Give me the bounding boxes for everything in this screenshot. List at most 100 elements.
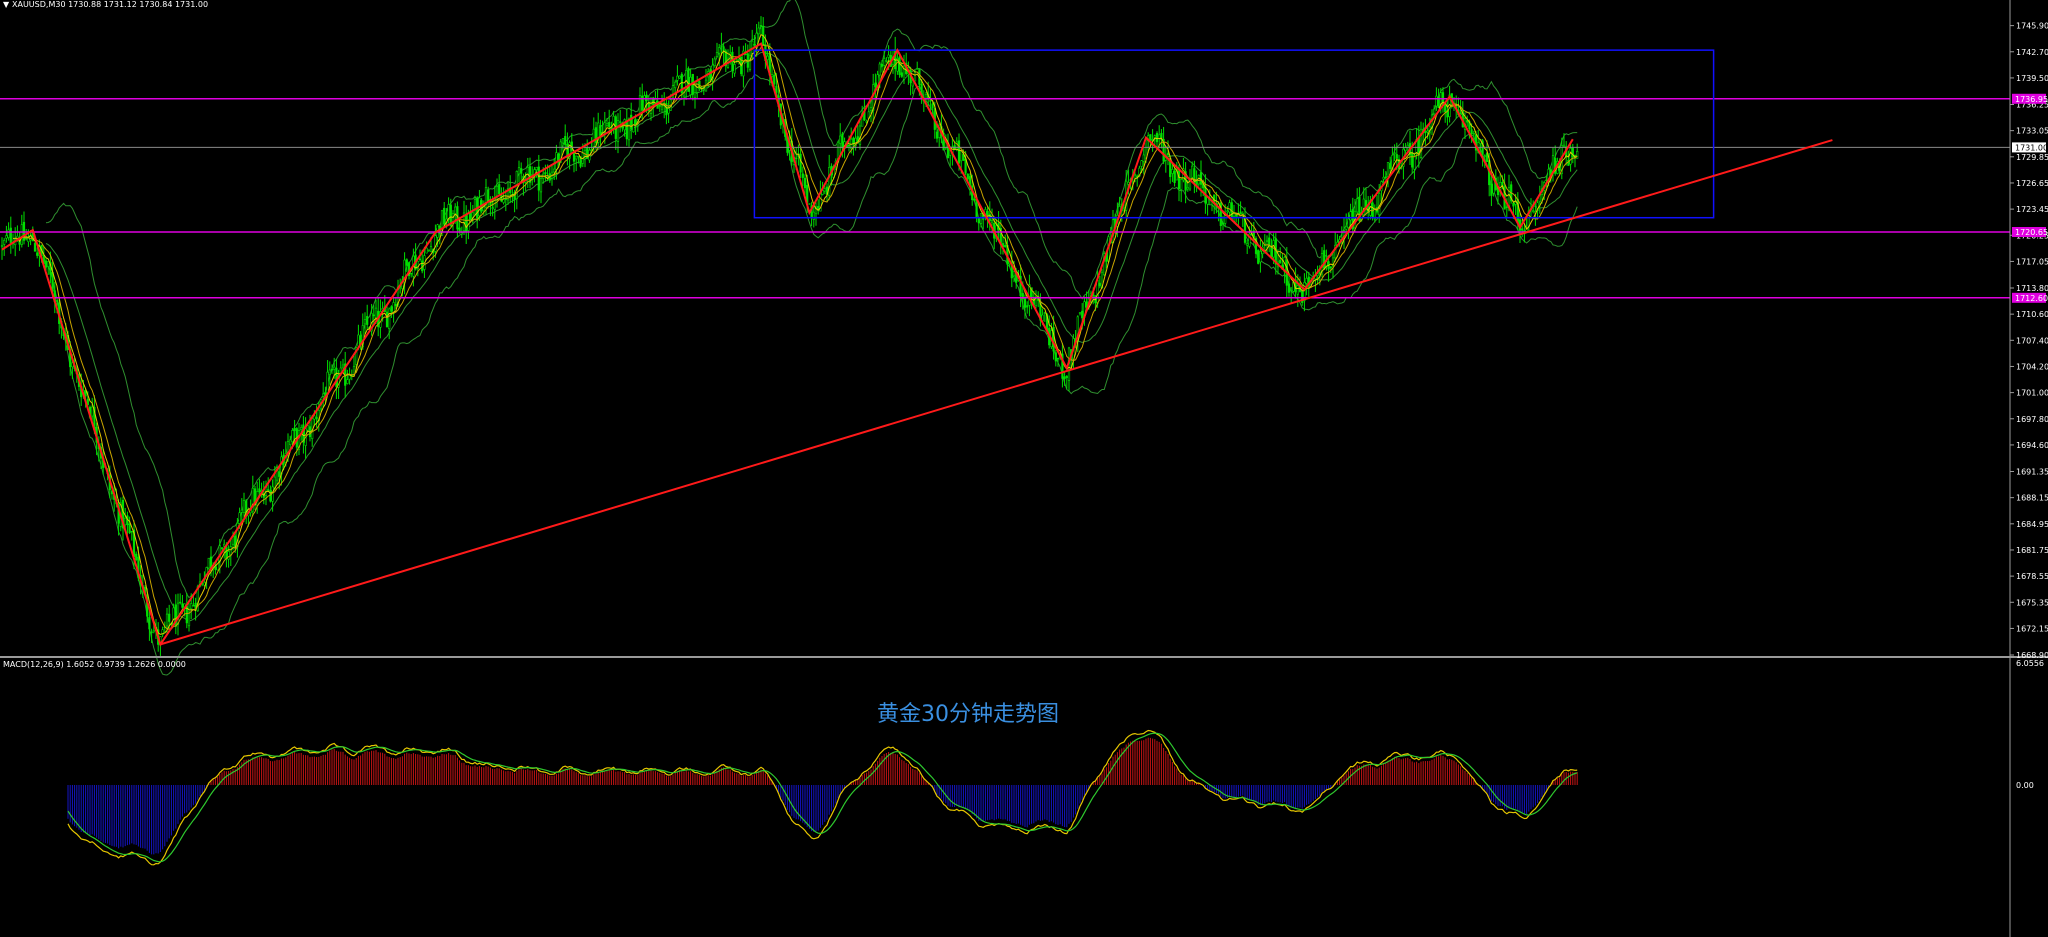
candle-body <box>44 260 48 268</box>
candle-body <box>1063 376 1066 380</box>
candle-body <box>1078 312 1082 315</box>
axis-tick-label: 1717.05 <box>2016 257 2048 266</box>
candle-body <box>242 500 246 513</box>
candle-body <box>1490 183 1493 196</box>
candle-body <box>931 103 934 108</box>
candle-body <box>135 553 138 561</box>
candle-body <box>130 530 133 533</box>
axis-tick-label: 1733.05 <box>2016 127 2048 136</box>
candle-body <box>1356 198 1359 213</box>
candle-body <box>394 303 397 307</box>
axis-tick-label: 1672.15 <box>2016 624 2048 633</box>
candle-body <box>1246 243 1249 246</box>
candle-body <box>1166 152 1170 156</box>
candle-body <box>713 58 716 66</box>
candle-body <box>238 512 241 524</box>
candle-body <box>693 92 697 98</box>
axis-tick-label: 1701.00 <box>2016 389 2048 398</box>
candle-body <box>5 235 8 239</box>
candle-body <box>1171 169 1174 174</box>
candle-body <box>1149 134 1152 141</box>
candle-body <box>608 122 611 128</box>
axis-tick-label: 1691.35 <box>2016 467 2048 476</box>
candle-body <box>1296 285 1299 295</box>
candle-body <box>1305 277 1308 284</box>
candle-body <box>975 199 978 219</box>
candle-body <box>335 367 338 387</box>
candle-body <box>667 108 670 114</box>
candle-body <box>425 247 428 254</box>
candle-body <box>1424 131 1427 134</box>
candle-body <box>625 120 628 140</box>
candle-body <box>757 27 760 35</box>
candle-body <box>773 74 776 85</box>
price-label-text: 1731.00 <box>2015 143 2048 152</box>
candle-body <box>346 379 349 384</box>
candle-body <box>240 509 243 513</box>
dropdown-triangle-icon[interactable]: ▼ <box>3 0 9 9</box>
candle-body <box>9 227 12 244</box>
candle-body <box>1004 245 1007 248</box>
macd-axis-label: 0.00 <box>2016 781 2034 790</box>
candle-body <box>645 94 648 102</box>
candle-body <box>1228 202 1231 213</box>
axis-tick-label: 1726.65 <box>2016 179 2048 188</box>
candle-body <box>759 25 763 27</box>
candle-body <box>220 547 224 549</box>
candle-body <box>553 168 556 173</box>
candle-body <box>491 207 494 209</box>
candle-body <box>434 235 437 252</box>
candle-body <box>1395 154 1398 159</box>
candle-body <box>487 190 490 203</box>
candle-body <box>1173 170 1176 184</box>
candle-body <box>223 543 226 547</box>
candle-body <box>572 152 576 162</box>
candle-body <box>1411 152 1414 168</box>
candle-body <box>306 425 309 431</box>
candle-body <box>592 128 595 147</box>
candle-body <box>179 601 182 604</box>
candle-body <box>544 172 547 175</box>
candle-body <box>1043 312 1046 314</box>
candle-body <box>374 307 378 319</box>
axis-tick-label: 1739.50 <box>2016 74 2048 83</box>
candle-body <box>454 206 457 215</box>
axis-tick-label: 1688.15 <box>2016 494 2048 503</box>
candle-body <box>1382 176 1385 180</box>
candle-body <box>1435 95 1438 107</box>
candle-body <box>744 53 747 56</box>
candle-body <box>808 203 811 205</box>
candle-body <box>1142 154 1145 162</box>
candle-body <box>1065 375 1068 379</box>
candle-body <box>7 229 10 238</box>
candle-body <box>229 546 232 555</box>
candle-body <box>1122 207 1126 209</box>
candle-body <box>564 136 567 145</box>
candle-body <box>372 314 375 317</box>
candle-body <box>900 72 903 77</box>
candle-body <box>1345 226 1348 230</box>
candle-body <box>823 188 826 192</box>
candle-body <box>990 220 994 223</box>
candle-body <box>612 115 615 129</box>
candle-body <box>1514 201 1517 205</box>
candle-body <box>885 60 888 62</box>
trading-chart[interactable]: 1745.901742.701739.501736.251733.051729.… <box>0 0 2048 937</box>
candle-body <box>447 204 450 221</box>
candle-body <box>27 237 30 243</box>
candle-body <box>916 68 919 70</box>
candle-body <box>737 59 741 61</box>
candle-body <box>1323 250 1326 269</box>
candle-body <box>753 44 756 46</box>
axis-tick-label: 1742.70 <box>2016 48 2048 57</box>
candle-body <box>722 46 725 52</box>
candle-body <box>1386 162 1390 177</box>
candle-body <box>1393 152 1396 154</box>
candle-body <box>341 364 345 368</box>
candle-body <box>1562 144 1566 148</box>
candle-body <box>55 300 59 302</box>
candle-body <box>473 199 477 215</box>
candle-body <box>366 316 369 325</box>
candle-body <box>1239 211 1242 215</box>
candle-body <box>880 63 884 67</box>
